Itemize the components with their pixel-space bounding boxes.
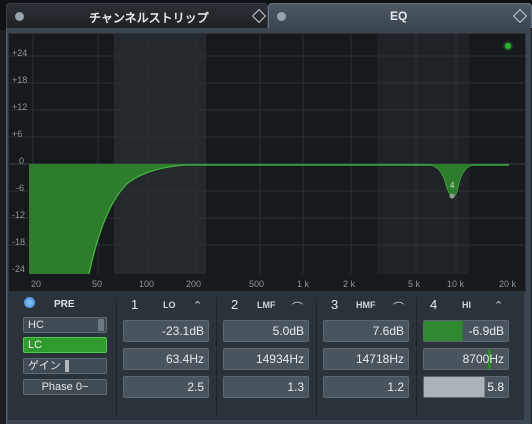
y-tick: -24 — [12, 264, 26, 274]
band1-type: LO — [163, 300, 176, 310]
band2-freq[interactable]: 14934Hz — [223, 348, 309, 370]
y-tick: 0 — [19, 156, 25, 166]
band4-gain[interactable]: -6.9dB — [423, 320, 509, 342]
pre-label: PRE — [54, 299, 75, 310]
y-tick: +24 — [12, 48, 28, 58]
tab-bar: チャンネルストリップ EQ — [0, 0, 532, 30]
x-tick: 1 k — [297, 279, 310, 289]
x-tick: 20 — [31, 279, 42, 289]
gain-button[interactable]: ゲイン — [23, 358, 107, 374]
x-tick: 20 k — [499, 279, 517, 289]
band4-q[interactable]: 5.8 — [423, 376, 509, 398]
gain-slider-handle[interactable] — [65, 360, 69, 372]
x-tick: 200 — [186, 279, 202, 289]
x-tick: 2 k — [343, 279, 356, 289]
band2-q[interactable]: 1.3 — [223, 376, 309, 398]
band4-node-label: 4 — [450, 181, 455, 190]
lc-label: LC — [28, 339, 43, 351]
lc-button[interactable]: LC — [23, 337, 107, 353]
band2-shape-icon[interactable]: ⌒ — [292, 299, 303, 315]
tab-eq[interactable]: EQ — [268, 3, 532, 28]
divider — [316, 298, 317, 416]
eq-curve-graph[interactable]: +24 +18 +12 +6 0 -6 -12 -18 -24 20 50 10… — [8, 33, 526, 292]
band4-type: HI — [462, 300, 471, 310]
eq-window: チャンネルストリップ EQ +24 +18 +12 +6 0 -6 -12 -1… — [0, 0, 532, 424]
divider — [216, 298, 217, 416]
band2-type: LMF — [257, 300, 276, 310]
x-tick: 50 — [92, 279, 103, 289]
tab-channel-strip-label: チャンネルストリップ — [89, 11, 209, 25]
y-tick: -18 — [12, 237, 26, 247]
pre-power-button[interactable] — [24, 297, 35, 308]
band1-q[interactable]: 2.5 — [123, 376, 209, 398]
gain-label: ゲイン — [28, 360, 61, 372]
status-led — [505, 43, 511, 49]
band2-number: 2 — [231, 297, 239, 312]
band4-number: 4 — [430, 297, 438, 312]
divider — [116, 298, 117, 416]
hc-slider[interactable] — [98, 319, 104, 331]
power-icon[interactable] — [15, 12, 24, 21]
eq-curve-svg — [9, 34, 525, 275]
x-tick: 100 — [139, 279, 155, 289]
diamond-icon[interactable] — [512, 8, 528, 24]
x-tick: 500 — [249, 279, 265, 289]
band1-freq[interactable]: 63.4Hz — [123, 348, 209, 370]
band3-type: HMF — [356, 300, 376, 310]
band1-number: 1 — [131, 297, 139, 312]
power-icon[interactable] — [277, 12, 286, 21]
divider — [416, 298, 417, 416]
band2-gain[interactable]: 5.0dB — [223, 320, 309, 342]
y-tick: -6 — [16, 183, 25, 193]
band1-gain[interactable]: -23.1dB — [123, 320, 209, 342]
band3-number: 3 — [331, 297, 339, 312]
band4-node[interactable] — [449, 193, 455, 199]
band4-freq[interactable]: 8700Hz — [423, 348, 509, 370]
tab-eq-label: EQ — [390, 9, 408, 23]
phase-label: Phase 0− — [41, 381, 89, 393]
tab-channel-strip[interactable]: チャンネルストリップ — [6, 3, 268, 28]
diamond-icon[interactable] — [251, 8, 267, 24]
band1-shape-icon[interactable]: ⌃ — [193, 299, 202, 312]
band3-shape-icon[interactable]: ⌒ — [393, 299, 404, 315]
band3-gain[interactable]: 7.6dB — [323, 320, 409, 342]
hc-button[interactable]: HC — [23, 317, 107, 333]
x-tick: 10 k — [447, 279, 465, 289]
y-tick: +12 — [12, 102, 28, 112]
y-tick: +6 — [12, 129, 23, 139]
band3-freq[interactable]: 14718Hz — [323, 348, 409, 370]
band4-shape-icon[interactable]: ⌃ — [494, 299, 503, 312]
y-tick: -12 — [12, 210, 26, 220]
hc-label: HC — [28, 319, 44, 331]
y-tick: +18 — [12, 75, 28, 85]
phase-button[interactable]: Phase 0− — [23, 379, 107, 395]
band3-q[interactable]: 1.2 — [323, 376, 409, 398]
x-tick: 5 k — [408, 279, 421, 289]
